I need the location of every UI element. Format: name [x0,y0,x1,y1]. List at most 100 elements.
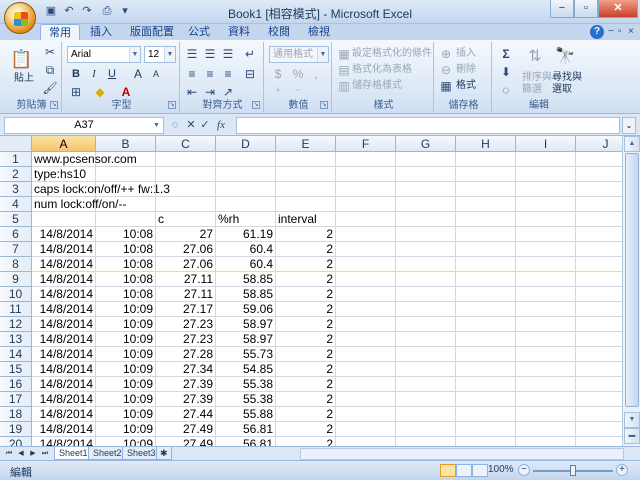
cell-h8[interactable] [456,257,516,272]
tab-review[interactable]: 校閱 [260,24,298,40]
cell-c10[interactable]: 27.11 [156,287,216,302]
cell-d11[interactable]: 59.06 [216,302,276,317]
cell-a16[interactable]: 14/8/2014 [32,377,96,392]
currency-button[interactable]: $ [270,66,286,82]
column-header-f[interactable]: F [336,136,396,152]
ribbon-restore-icon[interactable]: ▫ [618,26,622,37]
bold-button[interactable]: B [68,66,84,82]
vertical-scrollbar[interactable]: ▲ ▼ ▬ [622,136,640,446]
cell-e9[interactable]: 2 [276,272,336,287]
cell-j19[interactable] [576,422,622,437]
cell-e16[interactable]: 2 [276,377,336,392]
paste-label[interactable]: 貼上 [14,72,34,86]
cell-e7[interactable]: 2 [276,242,336,257]
autosum-button[interactable]: Σ [498,46,514,62]
cell-j13[interactable] [576,332,622,347]
cell-f20[interactable] [336,437,396,446]
tab-data[interactable]: 資料 [220,24,258,40]
scroll-down-icon[interactable]: ▼ [624,412,640,428]
cell-d19[interactable]: 56.81 [216,422,276,437]
cell-b11[interactable]: 10:09 [96,302,156,317]
cell-h10[interactable] [456,287,516,302]
cell-c14[interactable]: 27.28 [156,347,216,362]
cell-j7[interactable] [576,242,622,257]
cut-icon[interactable]: ✂ [42,44,58,60]
percent-button[interactable]: % [290,66,306,82]
cell-a11[interactable]: 14/8/2014 [32,302,96,317]
grow-font-button[interactable]: A [130,66,146,82]
minimize-button[interactable]: − [550,0,574,18]
cell-b12[interactable]: 10:09 [96,317,156,332]
column-header-j[interactable]: J [576,136,622,152]
zoom-in-button[interactable]: + [616,464,628,476]
font-name-field[interactable]: Arial ▼ [67,46,141,63]
cell-g19[interactable] [396,422,456,437]
cell-c1[interactable] [156,152,216,167]
cell-a3[interactable]: caps lock:on/off/++ fw:1.3 [32,182,170,197]
cell-i11[interactable] [516,302,576,317]
tab-formulas[interactable]: 公式 [180,24,218,40]
row-header[interactable]: 6 [0,227,32,242]
cell-g6[interactable] [396,227,456,242]
cell-i4[interactable] [516,197,576,212]
cell-b13[interactable]: 10:09 [96,332,156,347]
cell-c13[interactable]: 27.23 [156,332,216,347]
cell-a14[interactable]: 14/8/2014 [32,347,96,362]
normal-view-button[interactable] [440,464,456,477]
row-header[interactable]: 14 [0,347,32,362]
row-header[interactable]: 7 [0,242,32,257]
zoom-level[interactable]: 100% [488,464,514,475]
cell-c7[interactable]: 27.06 [156,242,216,257]
cell-d15[interactable]: 54.85 [216,362,276,377]
cell-b4[interactable] [96,197,156,212]
cell-e18[interactable]: 2 [276,407,336,422]
cell-g16[interactable] [396,377,456,392]
cell-f5[interactable] [336,212,396,227]
cell-j14[interactable] [576,347,622,362]
cell-c9[interactable]: 27.11 [156,272,216,287]
cell-f11[interactable] [336,302,396,317]
cell-f10[interactable] [336,287,396,302]
format-cells-icon[interactable]: ▦ [438,78,454,94]
cell-j11[interactable] [576,302,622,317]
cell-g5[interactable] [396,212,456,227]
row-header[interactable]: 1 [0,152,32,167]
row-header[interactable]: 3 [0,182,32,197]
find-select-icon[interactable]: 🔭 [554,46,576,68]
cell-j18[interactable] [576,407,622,422]
cell-a12[interactable]: 14/8/2014 [32,317,96,332]
cell-h12[interactable] [456,317,516,332]
cell-g9[interactable] [396,272,456,287]
cell-g8[interactable] [396,257,456,272]
sort-filter-icon[interactable]: ⇅ [524,46,546,68]
row-header[interactable]: 2 [0,167,32,182]
cell-j17[interactable] [576,392,622,407]
confirm-entry-icon[interactable]: ✓ [198,118,212,133]
cell-g2[interactable] [396,167,456,182]
italic-button[interactable]: I [86,66,102,82]
cell-b5[interactable] [96,212,156,227]
row-header[interactable]: 17 [0,392,32,407]
cell-d3[interactable] [216,182,276,197]
cell-d12[interactable]: 58.97 [216,317,276,332]
cell-e4[interactable] [276,197,336,212]
cell-b9[interactable]: 10:08 [96,272,156,287]
wrap-text-icon[interactable]: ↵ [242,46,258,62]
cell-a8[interactable]: 14/8/2014 [32,257,96,272]
tab-view[interactable]: 檢視 [300,24,338,40]
font-size-field[interactable]: 12 ▼ [144,46,176,63]
align-bottom-icon[interactable]: ☰ [220,46,236,62]
cell-f17[interactable] [336,392,396,407]
cell-j4[interactable] [576,197,622,212]
cell-c19[interactable]: 27.49 [156,422,216,437]
tab-page-layout[interactable]: 版面配置 [122,24,182,40]
cell-j9[interactable] [576,272,622,287]
cell-h11[interactable] [456,302,516,317]
cell-a1[interactable]: www.pcsensor.com [32,152,137,167]
cancel-entry-icon[interactable]: ✕ [184,118,198,133]
cell-c18[interactable]: 27.44 [156,407,216,422]
cell-f9[interactable] [336,272,396,287]
align-top-icon[interactable]: ☰ [184,46,200,62]
close-button[interactable]: ✕ [598,0,638,18]
cell-j1[interactable] [576,152,622,167]
